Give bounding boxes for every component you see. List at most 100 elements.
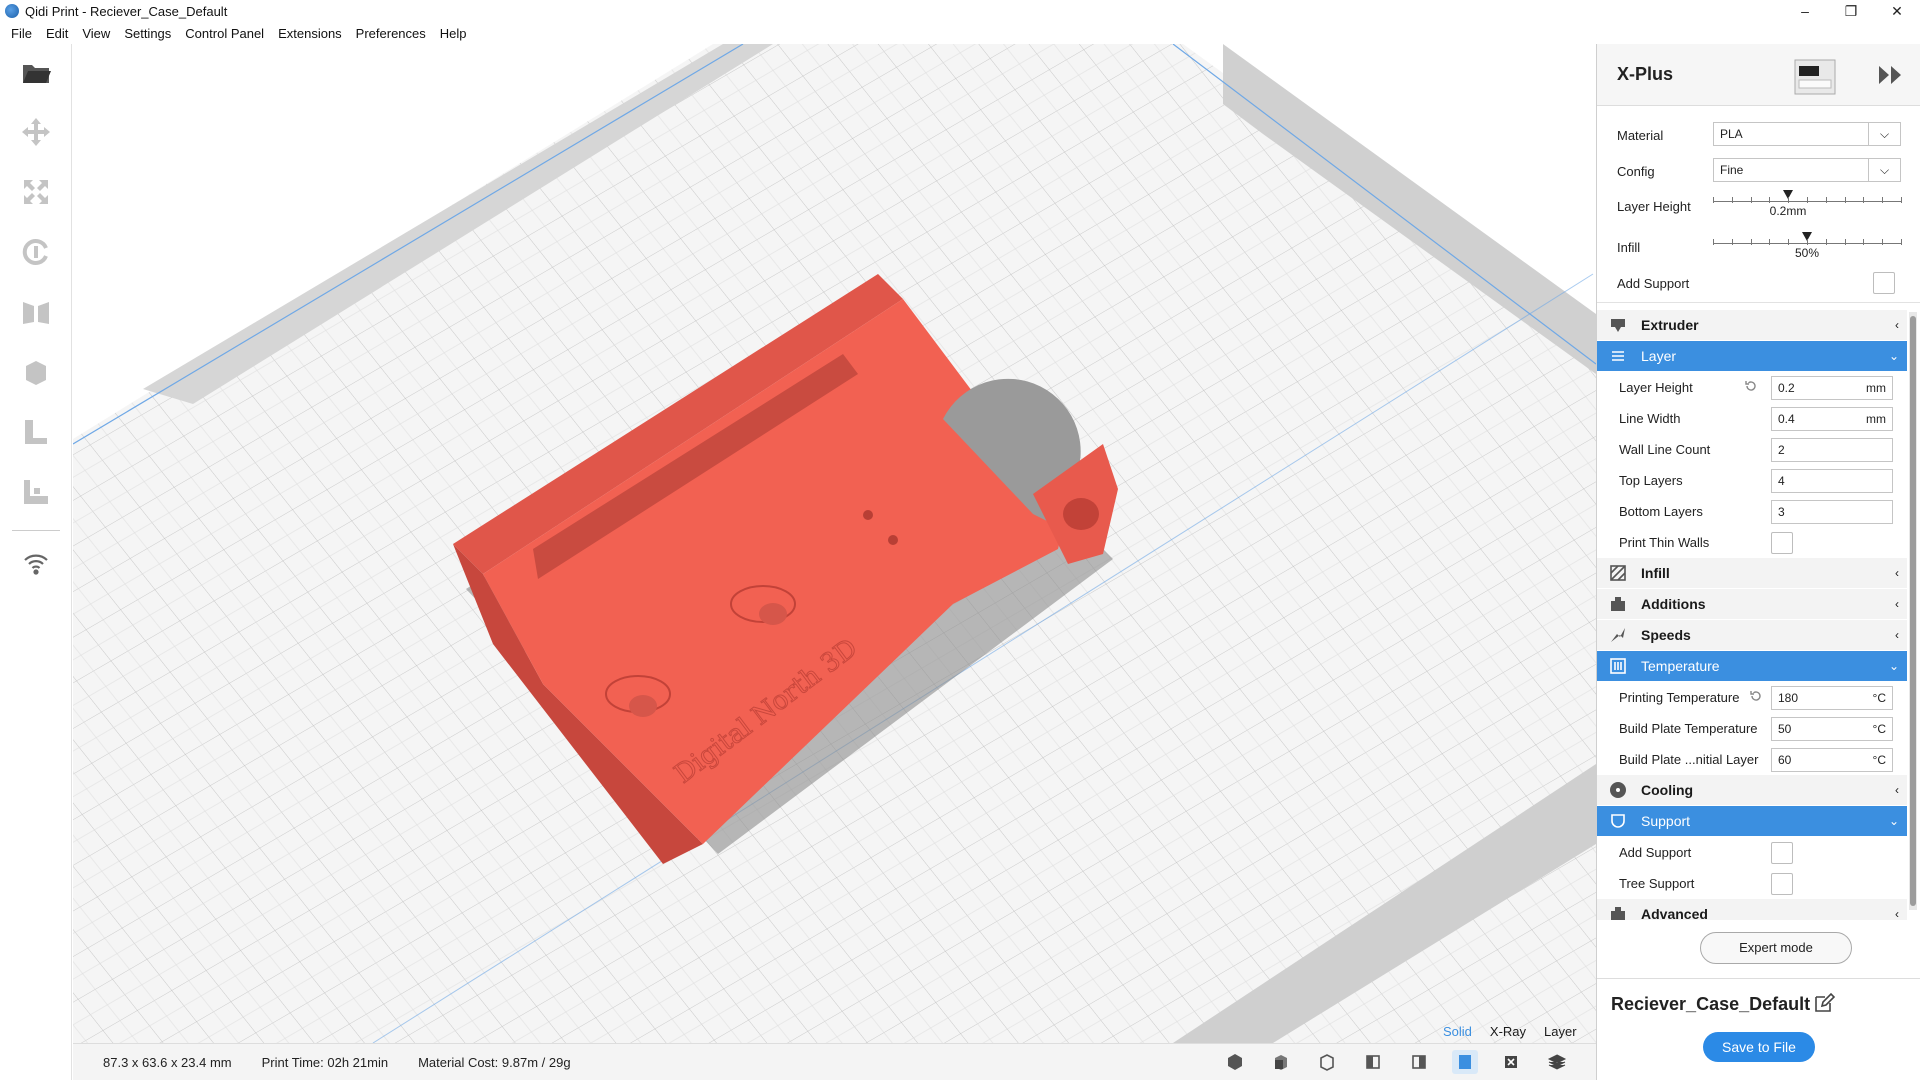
collapse-panel-icon[interactable] [1877, 64, 1905, 86]
printing-temperature-input[interactable]: 180 °C [1771, 686, 1893, 710]
build-plate-scene: Digital North 3D [73, 44, 1596, 1043]
section-layer[interactable]: Layer ⌄ [1597, 341, 1907, 371]
move-icon[interactable] [18, 114, 54, 150]
setting-build-plate-temperature: Build Plate Temperature 50 °C [1597, 713, 1907, 744]
reset-icon[interactable] [1749, 689, 1763, 703]
section-cooling[interactable]: Cooling ‹ [1597, 775, 1907, 805]
3d-view-icon[interactable] [1222, 1050, 1248, 1074]
app-icon [5, 4, 19, 18]
open-folder-icon[interactable] [18, 54, 54, 90]
chevron-left-icon: ‹ [1895, 907, 1899, 920]
setting-tree-support: Tree Support [1597, 868, 1907, 899]
layer-view-icon[interactable] [1544, 1050, 1570, 1074]
window-controls: – ❐ ✕ [1782, 0, 1920, 22]
section-support[interactable]: Support ⌄ [1597, 806, 1907, 836]
per-model-settings-icon[interactable] [18, 354, 54, 390]
top-view-icon[interactable] [1314, 1050, 1340, 1074]
menu-preferences[interactable]: Preferences [349, 26, 433, 41]
close-icon[interactable]: ✕ [1874, 0, 1920, 22]
settings-list: Extruder ‹ Layer ⌄ Layer Height 0.2 mm Li… [1597, 310, 1907, 920]
bottom-layers-input[interactable]: 3 [1771, 500, 1893, 524]
view-mode-switch: Solid X-Ray Layer [1443, 1024, 1577, 1039]
build-plate-temperature-input[interactable]: 50 °C [1771, 717, 1893, 741]
material-value: PLA [1720, 127, 1743, 141]
menu-edit[interactable]: Edit [39, 26, 75, 41]
material-cost: Material Cost: 9.87m / 29g [418, 1055, 570, 1070]
left-view-icon[interactable] [1360, 1050, 1386, 1074]
setting-printing-temperature: Printing Temperature 180 °C [1597, 682, 1907, 713]
left-toolbar [0, 44, 72, 1080]
support-blocker-icon[interactable] [18, 414, 54, 450]
quick-infill-label: Infill [1617, 240, 1641, 255]
scrollbar-thumb[interactable] [1910, 316, 1916, 906]
layer-height-input[interactable]: 0.2 mm [1771, 376, 1893, 400]
top-layers-input[interactable]: 4 [1771, 469, 1893, 493]
view-mode-solid[interactable]: Solid [1443, 1024, 1472, 1039]
camera-view-buttons [1222, 1050, 1570, 1074]
setting-add-support: Add Support [1597, 837, 1907, 868]
config-dropdown[interactable]: Fine ⌵ [1713, 158, 1901, 182]
material-label: Material [1617, 128, 1664, 143]
minimize-icon[interactable]: – [1782, 0, 1828, 22]
menu-settings[interactable]: Settings [117, 26, 178, 41]
rotate-icon[interactable] [18, 234, 54, 270]
printer-name[interactable]: X-Plus [1617, 64, 1673, 85]
xray-view-icon[interactable] [1498, 1050, 1524, 1074]
wall-line-count-input[interactable]: 2 [1771, 438, 1893, 462]
restore-icon[interactable]: ❐ [1828, 0, 1874, 22]
layer-height-slider[interactable]: 0.2mm [1713, 190, 1903, 220]
title-bar: Qidi Print - Reciever_Case_Default – ❐ ✕ [0, 0, 1920, 22]
menu-file[interactable]: File [4, 26, 39, 41]
expert-mode-button[interactable]: Expert mode [1700, 932, 1852, 964]
menu-control-panel[interactable]: Control Panel [178, 26, 271, 41]
print-thin-walls-checkbox[interactable] [1771, 532, 1793, 554]
wifi-icon[interactable] [18, 546, 54, 582]
lay-flat-icon[interactable] [18, 474, 54, 510]
material-dropdown[interactable]: PLA ⌵ [1713, 122, 1901, 146]
quick-add-support-checkbox[interactable] [1873, 272, 1895, 294]
section-infill[interactable]: Infill ‹ [1597, 558, 1907, 588]
3d-viewport[interactable]: Digital North 3D Solid X-Ray Layer [73, 44, 1596, 1043]
section-speeds[interactable]: Speeds ‹ [1597, 620, 1907, 650]
chevron-left-icon: ‹ [1895, 597, 1899, 611]
chevron-down-icon: ⌵ [1868, 123, 1900, 145]
config-label: Config [1617, 164, 1655, 179]
infill-slider[interactable]: 50% [1713, 232, 1903, 262]
speeds-icon [1607, 624, 1629, 646]
temperature-icon [1607, 655, 1629, 677]
section-additions[interactable]: Additions ‹ [1597, 589, 1907, 619]
front-view-icon[interactable] [1268, 1050, 1294, 1074]
status-bar: 87.3 x 63.6 x 23.4 mm Print Time: 02h 21… [73, 1043, 1596, 1080]
mirror-icon[interactable] [18, 294, 54, 330]
add-support-checkbox[interactable] [1771, 842, 1793, 864]
chevron-down-icon: ⌵ [1868, 159, 1900, 181]
menu-view[interactable]: View [75, 26, 117, 41]
line-width-input[interactable]: 0.4 mm [1771, 407, 1893, 431]
menu-help[interactable]: Help [433, 26, 474, 41]
printer-header: X-Plus [1597, 44, 1920, 106]
job-name: Reciever_Case_Default [1611, 994, 1811, 1014]
infill-slider-value: 50% [1794, 246, 1820, 260]
build-plate-initial-layer-input[interactable]: 60 °C [1771, 748, 1893, 772]
edit-icon[interactable] [1813, 992, 1836, 1014]
chevron-left-icon: ‹ [1895, 566, 1899, 580]
section-extruder[interactable]: Extruder ‹ [1597, 310, 1907, 340]
solid-view-icon[interactable] [1452, 1050, 1478, 1074]
extruder-icon [1607, 314, 1629, 336]
menu-extensions[interactable]: Extensions [271, 26, 349, 41]
view-mode-layer[interactable]: Layer [1544, 1024, 1577, 1039]
reset-icon[interactable] [1744, 379, 1758, 393]
section-temperature[interactable]: Temperature ⌄ [1597, 651, 1907, 681]
settings-scrollbar[interactable] [1909, 312, 1917, 910]
setting-bottom-layers: Bottom Layers 3 [1597, 496, 1907, 527]
setting-line-width: Line Width 0.4 mm [1597, 403, 1907, 434]
tree-support-checkbox[interactable] [1771, 873, 1793, 895]
right-view-icon[interactable] [1406, 1050, 1432, 1074]
view-mode-xray[interactable]: X-Ray [1490, 1024, 1526, 1039]
save-to-file-button[interactable]: Save to File [1703, 1032, 1815, 1062]
setting-top-layers: Top Layers 4 [1597, 465, 1907, 496]
quick-layer-height-label: Layer Height [1617, 199, 1691, 214]
section-advanced[interactable]: Advanced ‹ [1597, 899, 1907, 920]
scale-icon[interactable] [18, 174, 54, 210]
chevron-left-icon: ‹ [1895, 628, 1899, 642]
